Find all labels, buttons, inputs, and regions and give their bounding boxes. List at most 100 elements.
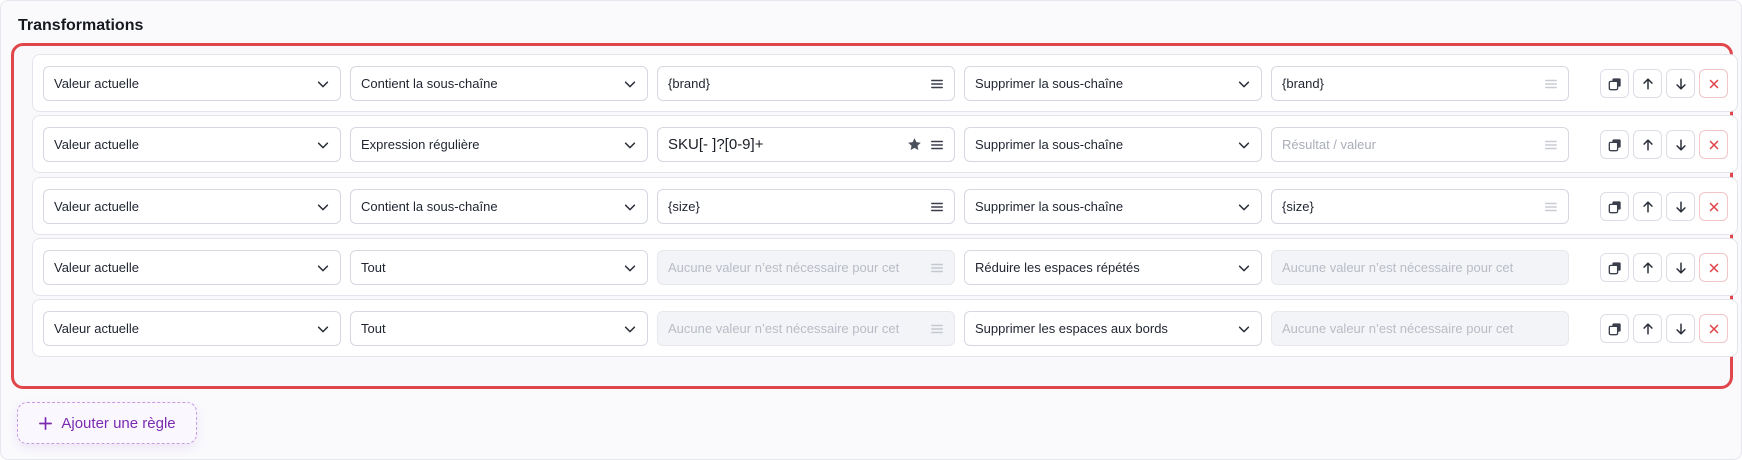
chevron-down-icon <box>1238 264 1250 271</box>
move-up-button[interactable] <box>1633 314 1662 343</box>
chevron-down-icon <box>1238 141 1250 148</box>
duplicate-rule-button[interactable] <box>1600 69 1629 98</box>
menu-icon[interactable] <box>930 322 944 336</box>
move-down-button[interactable] <box>1666 314 1695 343</box>
action-select[interactable]: Supprimer la sous-chaîne <box>964 127 1262 162</box>
result-input[interactable]: Résultat / valeur <box>1271 127 1569 162</box>
add-rule-label: Ajouter une règle <box>61 414 176 432</box>
source-select[interactable]: Valeur actuelle <box>43 189 341 224</box>
delete-rule-button[interactable] <box>1699 130 1728 159</box>
menu-icon[interactable] <box>1544 200 1558 214</box>
menu-icon[interactable] <box>930 138 944 152</box>
move-up-button[interactable] <box>1633 253 1662 282</box>
pattern-value: {brand} <box>668 76 710 91</box>
duplicate-rule-button[interactable] <box>1600 130 1629 159</box>
result-input: Aucune valeur n’est nécessaire pour cet <box>1271 311 1569 346</box>
condition-select[interactable]: Tout <box>350 250 648 285</box>
move-up-button[interactable] <box>1633 192 1662 221</box>
chevron-down-icon <box>624 264 636 271</box>
action-select-value: Supprimer la sous-chaîne <box>975 137 1124 152</box>
source-select[interactable]: Valeur actuelle <box>43 66 341 101</box>
source-select-value: Valeur actuelle <box>54 137 140 152</box>
close-icon <box>1707 77 1721 91</box>
row-actions <box>1600 130 1728 159</box>
condition-select[interactable]: Tout <box>350 311 648 346</box>
star-icon[interactable] <box>907 137 922 152</box>
chevron-down-icon <box>317 80 329 87</box>
rule-row: Valeur actuelle Tout Aucune valeur n’est n… <box>32 238 1738 296</box>
duplicate-rule-button[interactable] <box>1600 253 1629 282</box>
condition-select-value: Expression régulière <box>361 137 480 152</box>
plus-icon <box>39 416 53 430</box>
transformations-panel: Transformations Valeur actuelle Contient … <box>0 0 1742 460</box>
menu-icon[interactable] <box>1544 77 1558 91</box>
condition-select-value: Contient la sous-chaîne <box>361 76 498 91</box>
arrow-down-icon <box>1674 77 1688 91</box>
chevron-down-icon <box>317 203 329 210</box>
result-value: {brand} <box>1282 76 1324 91</box>
add-rule-button[interactable]: Ajouter une règle <box>17 402 197 444</box>
chevron-down-icon <box>317 325 329 332</box>
chevron-down-icon <box>317 264 329 271</box>
menu-icon[interactable] <box>930 261 944 275</box>
rule-row: Valeur actuelle Contient la sous-chaîne {b… <box>32 54 1738 112</box>
rule-row: Valeur actuelle Tout Aucune valeur n’est n… <box>32 299 1738 357</box>
condition-select-value: Contient la sous-chaîne <box>361 199 498 214</box>
arrow-down-icon <box>1674 200 1688 214</box>
delete-rule-button[interactable] <box>1699 253 1728 282</box>
pattern-value: SKU[- ]?[0-9]+ <box>668 136 764 153</box>
close-icon <box>1707 200 1721 214</box>
duplicate-icon <box>1608 77 1622 91</box>
duplicate-rule-button[interactable] <box>1600 192 1629 221</box>
source-select[interactable]: Valeur actuelle <box>43 311 341 346</box>
result-placeholder: Résultat / valeur <box>1282 137 1376 152</box>
arrow-up-icon <box>1641 200 1655 214</box>
row-actions <box>1600 69 1728 98</box>
condition-select[interactable]: Contient la sous-chaîne <box>350 189 648 224</box>
source-select[interactable]: Valeur actuelle <box>43 127 341 162</box>
move-down-button[interactable] <box>1666 69 1695 98</box>
close-icon <box>1707 322 1721 336</box>
move-down-button[interactable] <box>1666 130 1695 159</box>
action-select[interactable]: Supprimer les espaces aux bords <box>964 311 1262 346</box>
action-select[interactable]: Supprimer la sous-chaîne <box>964 189 1262 224</box>
move-down-button[interactable] <box>1666 253 1695 282</box>
arrow-up-icon <box>1641 322 1655 336</box>
pattern-placeholder: Aucune valeur n’est nécessaire pour cet <box>668 321 900 336</box>
delete-rule-button[interactable] <box>1699 314 1728 343</box>
condition-select-value: Tout <box>361 321 386 336</box>
action-select-value: Supprimer la sous-chaîne <box>975 199 1124 214</box>
source-select[interactable]: Valeur actuelle <box>43 250 341 285</box>
row-actions <box>1600 192 1728 221</box>
action-select[interactable]: Réduire les espaces répétés <box>964 250 1262 285</box>
source-select-value: Valeur actuelle <box>54 260 140 275</box>
pattern-input[interactable]: {size} <box>657 189 955 224</box>
action-select[interactable]: Supprimer la sous-chaîne <box>964 66 1262 101</box>
arrow-up-icon <box>1641 138 1655 152</box>
chevron-down-icon <box>624 141 636 148</box>
duplicate-rule-button[interactable] <box>1600 314 1629 343</box>
action-select-value: Réduire les espaces répétés <box>975 260 1140 275</box>
move-up-button[interactable] <box>1633 69 1662 98</box>
result-input[interactable]: {brand} <box>1271 66 1569 101</box>
menu-icon[interactable] <box>930 200 944 214</box>
pattern-input: Aucune valeur n’est nécessaire pour cet <box>657 250 955 285</box>
condition-select[interactable]: Contient la sous-chaîne <box>350 66 648 101</box>
delete-rule-button[interactable] <box>1699 69 1728 98</box>
pattern-input[interactable]: {brand} <box>657 66 955 101</box>
chevron-down-icon <box>317 141 329 148</box>
chevron-down-icon <box>1238 80 1250 87</box>
chevron-down-icon <box>624 203 636 210</box>
move-up-button[interactable] <box>1633 130 1662 159</box>
rules-list: Valeur actuelle Contient la sous-chaîne {b… <box>11 43 1738 389</box>
move-down-button[interactable] <box>1666 192 1695 221</box>
menu-icon[interactable] <box>1544 138 1558 152</box>
duplicate-icon <box>1608 322 1622 336</box>
pattern-input[interactable]: SKU[- ]?[0-9]+ <box>657 127 955 162</box>
delete-rule-button[interactable] <box>1699 192 1728 221</box>
result-input[interactable]: {size} <box>1271 189 1569 224</box>
condition-select[interactable]: Expression régulière <box>350 127 648 162</box>
menu-icon[interactable] <box>930 77 944 91</box>
close-icon <box>1707 261 1721 275</box>
action-select-value: Supprimer la sous-chaîne <box>975 76 1124 91</box>
